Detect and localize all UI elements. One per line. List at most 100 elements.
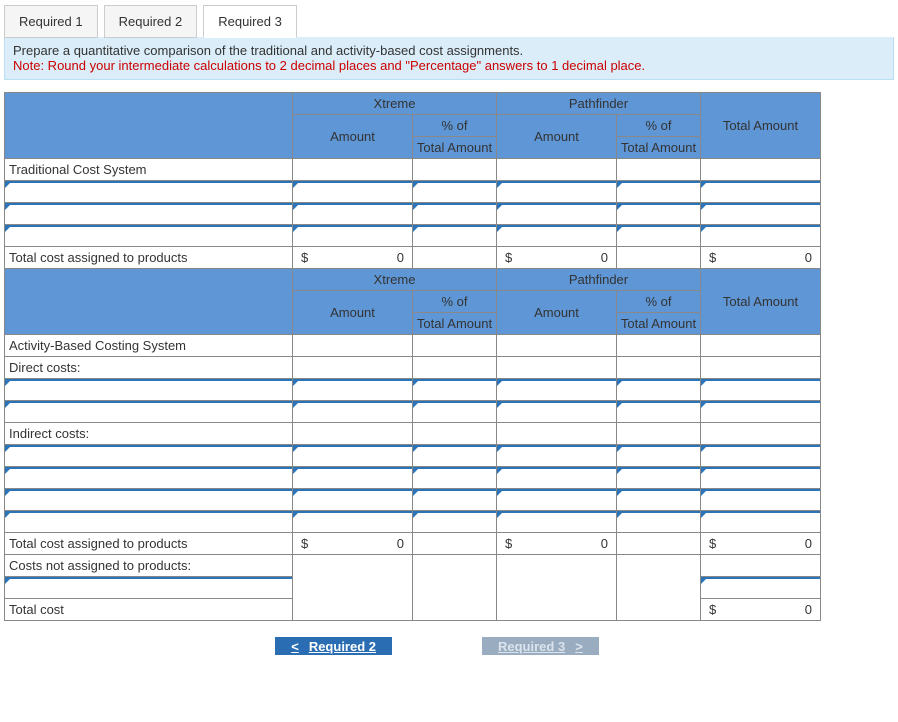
input-cell[interactable] [617,379,701,401]
row-not-assigned-label: Costs not assigned to products: [5,555,293,577]
header-pct-of-2: % of [617,115,701,137]
input-cell[interactable] [5,511,293,533]
input-cell[interactable] [293,467,413,489]
input-cell[interactable] [293,401,413,423]
footer-nav: < Required 2 Required 3 > [4,637,870,655]
input-cell[interactable] [5,577,293,599]
header-pct-of-3: % of [413,291,497,313]
input-cell[interactable] [413,181,497,203]
input-cell[interactable] [293,203,413,225]
input-cell[interactable] [497,467,617,489]
input-cell[interactable] [497,511,617,533]
input-cell[interactable] [701,401,821,423]
input-cell[interactable] [293,379,413,401]
input-cell[interactable] [5,181,293,203]
input-cell[interactable] [497,489,617,511]
cell [413,533,497,555]
cell [413,577,497,599]
cell[interactable] [701,159,821,181]
cell[interactable] [497,335,617,357]
input-cell[interactable] [293,445,413,467]
cell [497,555,617,577]
input-cell[interactable] [617,181,701,203]
prev-button[interactable]: < Required 2 [275,637,392,655]
cell[interactable] [413,423,497,445]
input-cell[interactable] [413,401,497,423]
input-cell[interactable] [701,467,821,489]
cell[interactable] [617,159,701,181]
input-cell[interactable] [701,203,821,225]
input-cell[interactable] [413,203,497,225]
input-cell[interactable] [701,577,821,599]
input-cell[interactable] [413,379,497,401]
input-cell[interactable] [413,489,497,511]
instructions: Prepare a quantitative comparison of the… [4,37,894,80]
input-cell[interactable] [701,225,821,247]
row-total-assigned-2: Total cost assigned to products [5,533,293,555]
row-direct-label: Direct costs: [5,357,293,379]
tabs: Required 1 Required 2 Required 3 [0,0,898,37]
cell[interactable] [617,357,701,379]
header-amount-3: Amount [293,291,413,335]
input-cell[interactable] [5,401,293,423]
next-button-label: Required 3 [498,639,565,654]
cell[interactable] [293,159,413,181]
input-cell[interactable] [617,401,701,423]
input-cell[interactable] [701,489,821,511]
cell[interactable] [701,423,821,445]
input-cell[interactable] [497,379,617,401]
cell[interactable] [293,423,413,445]
input-cell[interactable] [5,379,293,401]
cell[interactable] [293,335,413,357]
cell[interactable] [497,357,617,379]
cell[interactable] [293,357,413,379]
input-cell[interactable] [5,445,293,467]
input-cell[interactable] [617,203,701,225]
cell [293,555,413,577]
cell[interactable] [701,335,821,357]
input-cell[interactable] [413,445,497,467]
cell[interactable] [497,159,617,181]
header-amount-4: Amount [497,291,617,335]
input-cell[interactable] [701,511,821,533]
input-cell[interactable] [413,467,497,489]
input-cell[interactable] [497,203,617,225]
input-cell[interactable] [497,181,617,203]
tab-required-3[interactable]: Required 3 [203,5,297,38]
cell[interactable] [617,335,701,357]
input-cell[interactable] [5,467,293,489]
input-cell[interactable] [5,489,293,511]
cell[interactable] [617,423,701,445]
input-cell[interactable] [413,511,497,533]
input-cell[interactable] [293,225,413,247]
input-cell[interactable] [293,489,413,511]
input-cell[interactable] [5,225,293,247]
input-cell[interactable] [617,445,701,467]
cell[interactable] [413,335,497,357]
cell[interactable] [413,357,497,379]
cell[interactable] [413,159,497,181]
tab-required-2[interactable]: Required 2 [104,5,198,38]
input-cell[interactable] [5,203,293,225]
input-cell[interactable] [701,445,821,467]
input-cell[interactable] [617,467,701,489]
input-cell[interactable] [293,511,413,533]
cell[interactable] [701,357,821,379]
cell [497,577,617,599]
input-cell[interactable] [497,445,617,467]
input-cell[interactable] [617,511,701,533]
input-cell[interactable] [617,489,701,511]
input-cell[interactable] [701,181,821,203]
input-cell[interactable] [413,225,497,247]
cell[interactable] [701,555,821,577]
cost-comparison-table: Xtreme Pathfinder Total Amount Amount % … [4,92,821,621]
input-cell[interactable] [701,379,821,401]
input-cell[interactable] [617,225,701,247]
input-cell[interactable] [497,401,617,423]
tab-required-1[interactable]: Required 1 [4,5,98,38]
input-cell[interactable] [497,225,617,247]
cell[interactable] [497,423,617,445]
header-blank-2 [5,269,293,335]
input-cell[interactable] [293,181,413,203]
header-amount-1: Amount [293,115,413,159]
